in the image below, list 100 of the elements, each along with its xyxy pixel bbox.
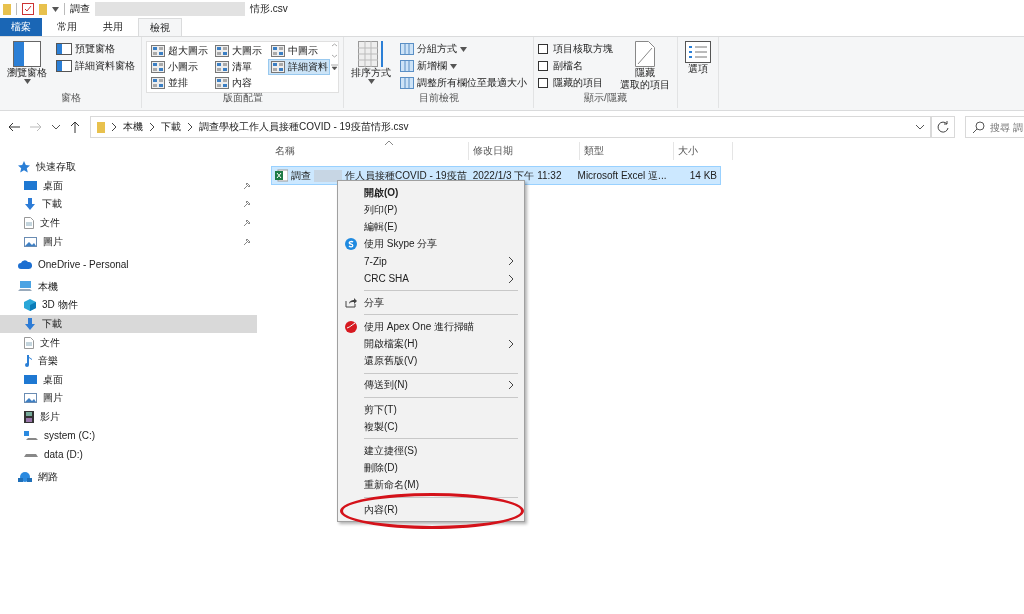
- sidebar-item[interactable]: 影片: [0, 407, 257, 427]
- layout-option[interactable]: 超大圖示: [148, 43, 212, 59]
- ribbon-tab[interactable]: 檢視: [138, 18, 182, 36]
- column-icon: [400, 77, 414, 89]
- menu-item[interactable]: 分享: [338, 294, 524, 312]
- address-bar[interactable]: 本機 下載 調查學校工作人員接種COVID - 19疫苗情形.csv: [90, 116, 931, 138]
- drive-icon: [24, 451, 38, 458]
- ribbon-button[interactable]: 新增欄: [398, 58, 529, 74]
- sidebar-item[interactable]: 網路: [0, 467, 257, 487]
- search-field[interactable]: 搜尋 調: [965, 116, 1024, 138]
- chevron-icon: [149, 122, 155, 132]
- sidebar-item[interactable]: 圖片: [0, 389, 257, 408]
- drive-icon: [24, 430, 38, 441]
- view-grid-icon: [215, 61, 229, 73]
- menu-item[interactable]: 刪除(D): [338, 459, 524, 477]
- ribbon-button[interactable]: 瀏覽窗格: [4, 39, 50, 86]
- back-arrow-icon[interactable]: [8, 122, 20, 132]
- menu-item[interactable]: 開啟檔案(H): [338, 335, 524, 353]
- caret-icon: [23, 79, 31, 84]
- ribbon-button[interactable]: 預覽窗格: [54, 41, 137, 57]
- chevron-icon: [187, 122, 193, 132]
- ribbon-button[interactable]: 隱藏 選取的項目: [617, 39, 673, 93]
- sidebar-item[interactable]: 音樂: [0, 351, 257, 371]
- gallery-more-icon[interactable]: [331, 42, 338, 72]
- column-header[interactable]: 大小: [674, 142, 733, 160]
- picture-icon: [24, 393, 37, 404]
- ribbon-button[interactable]: 排序方式: [348, 39, 394, 86]
- monitor-icon: [24, 374, 37, 385]
- ribbon-button[interactable]: 詳細資料窗格: [54, 58, 137, 74]
- chevron-down-icon[interactable]: [916, 124, 924, 130]
- sidebar-item[interactable]: 下載: [0, 195, 257, 214]
- menu-item[interactable]: 剪下(T): [338, 401, 524, 419]
- checkbox-label[interactable]: 隱藏的項目: [553, 76, 603, 90]
- sidebar-item[interactable]: 文件: [0, 213, 257, 233]
- menu-item[interactable]: 重新命名(M): [338, 476, 524, 494]
- view-grid-icon: [151, 45, 165, 57]
- layout-option[interactable]: 小圖示: [148, 59, 212, 75]
- chevron-down-icon[interactable]: [52, 124, 60, 130]
- sidebar-item[interactable]: 本機: [0, 277, 257, 297]
- menu-item[interactable]: 使用 Apex One 進行掃瞄: [338, 318, 524, 336]
- menu-item[interactable]: 列印(P): [338, 201, 524, 219]
- layout-option[interactable]: 中圖示: [268, 43, 330, 59]
- sidebar-item[interactable]: 桌面: [0, 370, 257, 390]
- sidebar-item[interactable]: 快速存取: [0, 158, 257, 177]
- table-cell: Microsoft Excel 逗...: [577, 168, 667, 183]
- ribbon-button[interactable]: 選項: [682, 39, 714, 77]
- menu-item[interactable]: 內容(R): [338, 501, 524, 519]
- caret-icon[interactable]: [52, 6, 59, 12]
- checkbox-label[interactable]: 項目核取方塊: [553, 42, 613, 56]
- checkbox-label[interactable]: 副檔名: [553, 59, 583, 73]
- sidebar-item[interactable]: data (D:): [0, 444, 257, 464]
- layout-option[interactable]: 內容: [212, 75, 268, 91]
- up-arrow-icon[interactable]: [70, 121, 80, 133]
- folder-icon: [3, 3, 11, 15]
- menu-item[interactable]: 還原舊版(V): [338, 352, 524, 370]
- column-header[interactable]: 名稱: [271, 142, 469, 160]
- menu-item[interactable]: 開啟(O): [338, 184, 524, 202]
- menu-item[interactable]: 複製(C): [338, 418, 524, 436]
- pane-layout-icon: [56, 60, 72, 72]
- ribbon-button[interactable]: 調整所有欄位至最適大小: [398, 75, 529, 91]
- layout-option[interactable]: 並排: [148, 75, 212, 91]
- menu-item[interactable]: 使用 Skype 分享: [338, 235, 524, 253]
- sidebar-item[interactable]: 圖片: [0, 232, 257, 251]
- chevron-icon: [508, 380, 514, 391]
- menu-item[interactable]: 編輯(E): [338, 218, 524, 236]
- sidebar-item[interactable]: 桌面: [0, 176, 257, 196]
- column-header[interactable]: 類型: [580, 142, 674, 160]
- sidebar-item[interactable]: 下載: [0, 314, 257, 334]
- options-list-icon: [685, 41, 711, 63]
- breadcrumb[interactable]: 本機: [123, 120, 143, 134]
- menu-item[interactable]: CRC SHA: [338, 269, 524, 288]
- sidebar-item[interactable]: OneDrive - Personal: [0, 254, 257, 274]
- chevron-icon: [111, 122, 117, 132]
- checkbox[interactable]: [538, 61, 548, 71]
- layout-option[interactable]: 詳細資料: [268, 59, 330, 75]
- checklist-icon[interactable]: [22, 3, 34, 15]
- breadcrumb[interactable]: 下載: [161, 120, 181, 134]
- checkbox[interactable]: [538, 78, 548, 88]
- sidebar-item[interactable]: 文件: [0, 333, 257, 352]
- ribbon-tab[interactable]: 共用: [92, 18, 134, 36]
- ribbon-button[interactable]: 分組方式: [398, 41, 529, 57]
- menu-item[interactable]: 建立捷徑(S): [338, 442, 524, 460]
- ribbon-tab[interactable]: 常用: [46, 18, 88, 36]
- breadcrumb[interactable]: 調查學校工作人員接種COVID - 19疫苗情形.csv: [199, 120, 409, 134]
- layout-option[interactable]: 清單: [212, 59, 268, 75]
- refresh-icon: [937, 121, 949, 133]
- view-grid-icon: [151, 77, 165, 89]
- monitor-icon: [24, 180, 37, 191]
- ribbon-tab[interactable]: 檔案: [0, 18, 42, 36]
- column-header[interactable]: 修改日期: [469, 142, 580, 160]
- layout-option[interactable]: 大圖示: [212, 43, 268, 59]
- menu-item[interactable]: 傳送到(N): [338, 376, 524, 395]
- checkbox[interactable]: [538, 44, 548, 54]
- file-name: 調查: [291, 168, 311, 183]
- sidebar-item[interactable]: system (C:): [0, 426, 257, 445]
- menu-item[interactable]: 7-Zip: [338, 252, 524, 270]
- refresh-button[interactable]: [931, 116, 955, 138]
- computer-icon: [18, 281, 32, 293]
- sidebar-item[interactable]: 3D 物件: [0, 296, 257, 315]
- group-label: 目前檢視: [417, 91, 460, 105]
